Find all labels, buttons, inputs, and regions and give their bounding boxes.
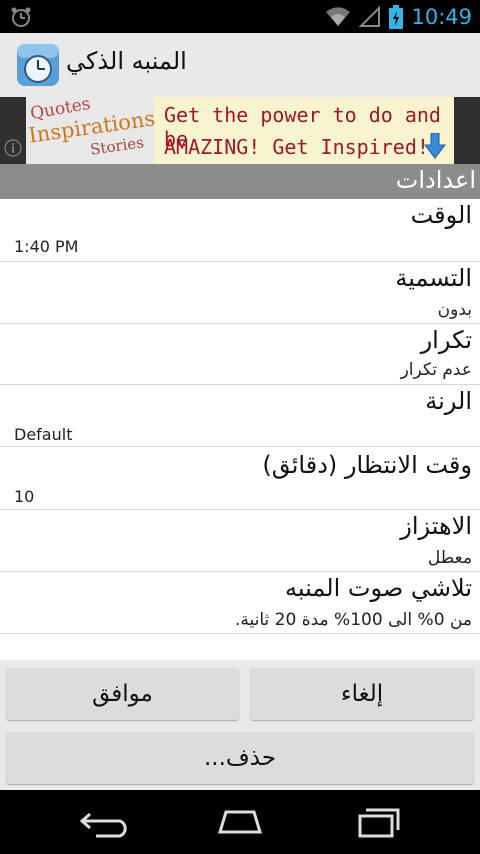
ok-button[interactable]: موافق <box>6 668 239 720</box>
app-title: المنبه الذكي <box>66 47 187 75</box>
settings-section-header: اعدادات <box>0 164 480 199</box>
app-clock-icon[interactable] <box>16 43 60 87</box>
setting-ringtone-title: الرنة <box>425 387 472 415</box>
recent-apps-icon[interactable] <box>346 806 406 838</box>
setting-label-title: التسمية <box>395 264 472 292</box>
setting-vibrate[interactable]: الاهتزاز معطل <box>0 510 480 572</box>
setting-repeat[interactable]: تكرار عدم تكرار <box>0 324 480 385</box>
cancel-button[interactable]: إلغاء <box>250 668 474 720</box>
setting-time-value: 1:40 PM <box>14 237 79 256</box>
setting-repeat-title: تكرار <box>420 326 472 354</box>
ad-banner[interactable]: Quotes Inspirations Stories Get the powe… <box>26 97 454 164</box>
ad-badge: Quotes Inspirations Stories <box>26 97 156 164</box>
setting-label[interactable]: التسمية بدون <box>0 262 480 324</box>
setting-ringtone[interactable]: الرنة Default <box>0 385 480 447</box>
battery-icon <box>389 4 404 29</box>
setting-time-title: الوقت <box>410 201 472 229</box>
action-bar: المنبه الذكي <box>0 33 480 97</box>
setting-fade-title: تلاشي صوت المنبه <box>285 574 472 602</box>
setting-snooze[interactable]: وقت الانتظار (دقائق) 10 <box>0 447 480 510</box>
setting-snooze-value: 10 <box>14 487 35 506</box>
section-title: اعدادات <box>395 166 476 194</box>
navigation-bar <box>0 790 480 854</box>
ad-bar: Quotes Inspirations Stories Get the powe… <box>0 97 480 164</box>
wifi-icon <box>326 6 351 26</box>
setting-time[interactable]: الوقت 1:40 PM <box>0 199 480 262</box>
back-icon[interactable] <box>76 806 136 838</box>
download-arrow-icon <box>424 133 446 159</box>
delete-button[interactable]: حذف... <box>6 732 474 784</box>
alarm-clock-icon <box>11 7 31 27</box>
info-icon[interactable] <box>4 139 22 157</box>
ad-text-line2: AMAZING! Get Inspired! <box>164 135 429 159</box>
home-icon[interactable] <box>210 806 270 838</box>
setting-vibrate-value: معطل <box>427 548 472 568</box>
clock-time: 10:49 <box>411 4 472 29</box>
setting-vibrate-title: الاهتزاز <box>400 512 472 540</box>
status-bar: 10:49 <box>0 0 480 33</box>
setting-repeat-value: عدم تكرار <box>400 360 472 380</box>
setting-label-value: بدون <box>437 300 472 320</box>
setting-snooze-title: وقت الانتظار (دقائق) <box>262 451 472 479</box>
signal-icon <box>359 5 381 27</box>
setting-fade[interactable]: تلاشي صوت المنبه من 0% الى 100% مدة 20 ث… <box>0 572 480 634</box>
button-area: موافق إلغاء حذف... <box>0 660 480 790</box>
setting-ringtone-value: Default <box>14 425 73 444</box>
setting-fade-value: من 0% الى 100% مدة 20 ثانية. <box>234 610 472 630</box>
